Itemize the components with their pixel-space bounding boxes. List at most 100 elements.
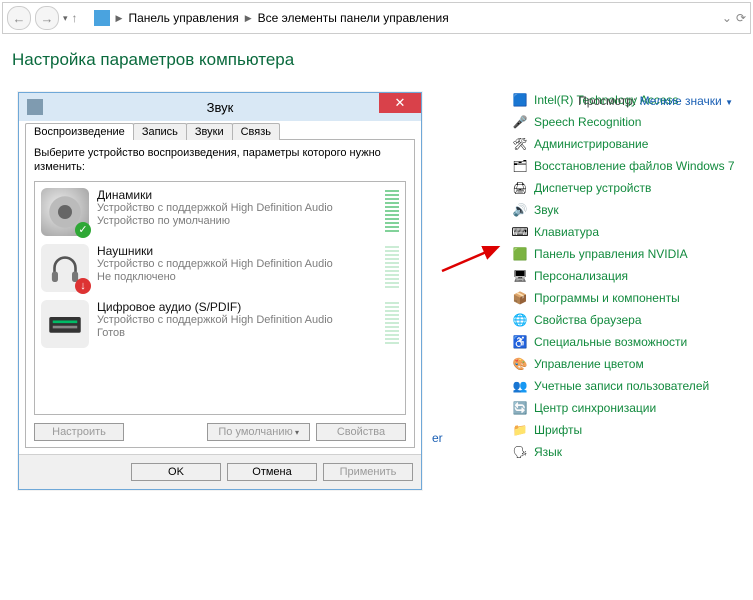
cp-item-link[interactable]: Диспетчер устройств: [534, 181, 651, 195]
cp-item-icon: 🎨: [512, 356, 528, 372]
cp-item-icon: 🔄: [512, 400, 528, 416]
cp-item-link[interactable]: Клавиатура: [534, 225, 599, 239]
dialog-footer: OK Отмена Применить: [19, 454, 421, 489]
cp-item-icon: 🖥: [512, 268, 528, 284]
tab-communications[interactable]: Связь: [232, 123, 280, 140]
cp-item[interactable]: 🔄 Центр синхронизации: [512, 400, 741, 416]
history-dropdown-icon[interactable]: ⌄: [722, 11, 732, 25]
cp-item-link[interactable]: Шрифты: [534, 423, 582, 437]
cp-item-link[interactable]: Администрирование: [534, 137, 648, 151]
instruction-text: Выберите устройство воспроизведения, пар…: [34, 146, 406, 175]
set-default-button[interactable]: По умолчанию: [207, 423, 310, 441]
breadcrumb-segment[interactable]: Все элементы панели управления: [258, 11, 449, 25]
view-label: Просмотр:: [578, 94, 636, 108]
close-button[interactable]: ✕: [379, 93, 421, 113]
cp-item-link[interactable]: Управление цветом: [534, 357, 644, 371]
view-value[interactable]: Мелкие значки: [640, 94, 722, 108]
cp-item-icon: 🔊: [512, 202, 528, 218]
cp-item-link[interactable]: Speech Recognition: [534, 115, 641, 129]
device-name: Динамики: [97, 188, 377, 202]
cp-item[interactable]: 🎨 Управление цветом: [512, 356, 741, 372]
cp-item-icon: 🌐: [512, 312, 528, 328]
spdif-icon: [41, 300, 89, 348]
device-name: Наушники: [97, 244, 377, 258]
cp-item[interactable]: 🌐 Свойства браузера: [512, 312, 741, 328]
cp-item-link[interactable]: Программы и компоненты: [534, 291, 680, 305]
configure-button[interactable]: Настроить: [34, 423, 124, 441]
status-disconnected-icon: ↓: [75, 278, 91, 294]
sound-icon: [27, 99, 43, 115]
tab-recording[interactable]: Запись: [133, 123, 187, 140]
apply-button[interactable]: Применить: [323, 463, 413, 481]
cp-item-link[interactable]: Звук: [534, 203, 559, 217]
cp-item[interactable]: 🔊 Звук: [512, 202, 741, 218]
cp-item-link[interactable]: Центр синхронизации: [534, 401, 656, 415]
cp-item-link[interactable]: Язык: [534, 445, 562, 459]
cp-item-icon: 📁: [512, 422, 528, 438]
ok-button[interactable]: OK: [131, 463, 221, 481]
cp-item[interactable]: 📁 Шрифты: [512, 422, 741, 438]
dialog-titlebar[interactable]: Звук ✕: [19, 93, 421, 121]
device-status: Готов: [97, 327, 377, 340]
cp-item[interactable]: 📦 Программы и компоненты: [512, 290, 741, 306]
cp-item[interactable]: 🖥 Персонализация: [512, 268, 741, 284]
device-desc: Устройство с поддержкой High Definition …: [97, 258, 377, 271]
cp-item[interactable]: ⌨Клавиатура: [512, 224, 741, 240]
cp-item[interactable]: 🗣Язык: [512, 444, 741, 460]
cp-item-icon: 🛠: [512, 136, 528, 152]
tab-strip: Воспроизведение Запись Звуки Связь: [25, 123, 415, 140]
explorer-toolbar: ← → ▾ ↑ ▶ Панель управления ▶ Все элемен…: [2, 2, 751, 34]
chevron-right-icon: ▶: [245, 13, 252, 24]
cp-item-icon: 🟩: [512, 246, 528, 262]
device-status: Устройство по умолчанию: [97, 215, 377, 228]
cp-item-icon: 🎤: [512, 114, 528, 130]
cancel-button[interactable]: Отмена: [227, 463, 317, 481]
cp-item-link[interactable]: Персонализация: [534, 269, 628, 283]
breadcrumb-segment[interactable]: Панель управления: [128, 11, 238, 25]
page-title: Настройка параметров компьютера: [12, 50, 741, 70]
control-panel-icon: [94, 10, 110, 26]
cp-item-icon: ♿: [512, 334, 528, 350]
status-ok-icon: ✓: [75, 222, 91, 238]
nav-back-button[interactable]: ←: [7, 6, 31, 30]
device-status: Не подключено: [97, 271, 377, 284]
obscured-link-fragment: er: [432, 431, 443, 445]
level-meter: [385, 246, 399, 288]
device-desc: Устройство с поддержкой High Definition …: [97, 314, 377, 327]
tab-playback[interactable]: Воспроизведение: [25, 123, 134, 140]
device-list[interactable]: ✓ Динамики Устройство с поддержкой High …: [34, 181, 406, 415]
sound-dialog: Звук ✕ Воспроизведение Запись Звуки Связ…: [18, 92, 422, 490]
cp-item[interactable]: 🎤 Speech Recognition: [512, 114, 741, 130]
nav-up-button[interactable]: ↑: [72, 11, 78, 25]
device-name: Цифровое аудио (S/PDIF): [97, 300, 377, 314]
cp-item-link[interactable]: Специальные возможности: [534, 335, 687, 349]
cp-item-icon: 📦: [512, 290, 528, 306]
cp-item-link[interactable]: Панель управления NVIDIA: [534, 247, 688, 261]
cp-item[interactable]: 🟩 Панель управления NVIDIA: [512, 246, 741, 262]
refresh-icon[interactable]: ⟳: [736, 11, 746, 25]
cp-item-link[interactable]: Восстановление файлов Windows 7: [534, 159, 735, 173]
cp-item[interactable]: ♿ Специальные возможности: [512, 334, 741, 350]
view-selector[interactable]: Просмотр: Мелкие значки ▼: [578, 94, 733, 108]
level-meter: [385, 190, 399, 232]
chevron-right-icon: ▶: [116, 13, 123, 24]
breadcrumb[interactable]: ▶ Панель управления ▶ Все элементы панел…: [94, 10, 718, 26]
tab-sounds[interactable]: Звуки: [186, 123, 233, 140]
speaker-icon: ✓: [41, 188, 89, 236]
cp-item[interactable]: 🖨Диспетчер устройств: [512, 180, 741, 196]
headphones-icon: ↓: [41, 244, 89, 292]
tab-panel: Выберите устройство воспроизведения, пар…: [25, 139, 415, 448]
device-desc: Устройство с поддержкой High Definition …: [97, 202, 377, 215]
device-row[interactable]: ↓ Наушники Устройство с поддержкой High …: [37, 240, 403, 296]
properties-button[interactable]: Свойства: [316, 423, 406, 441]
cp-item[interactable]: 🗂Восстановление файлов Windows 7: [512, 158, 741, 174]
nav-dropdown-icon[interactable]: ▾: [63, 13, 68, 24]
cp-item[interactable]: 🛠 Администрирование: [512, 136, 741, 152]
cp-item[interactable]: 👥 Учетные записи пользователей: [512, 378, 741, 394]
cp-item-link[interactable]: Свойства браузера: [534, 313, 642, 327]
cp-item-icon: 👥: [512, 378, 528, 394]
device-row[interactable]: ✓ Динамики Устройство с поддержкой High …: [37, 184, 403, 240]
device-row[interactable]: Цифровое аудио (S/PDIF) Устройство с под…: [37, 296, 403, 352]
cp-item-link[interactable]: Учетные записи пользователей: [534, 379, 709, 393]
nav-forward-button[interactable]: →: [35, 6, 59, 30]
